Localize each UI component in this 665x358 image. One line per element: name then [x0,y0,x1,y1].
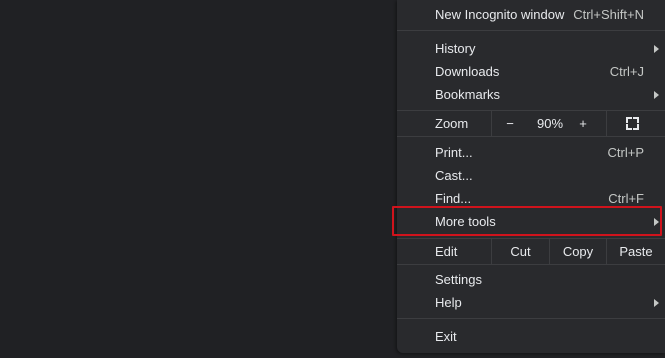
menu-item-label: Downloads [435,64,500,79]
menu-separator [397,136,665,137]
menu-item-label: History [435,41,476,56]
menu-item-history[interactable]: History [397,37,665,60]
zoom-divider [606,111,607,136]
menu-row-edit: Edit Cut Copy Paste [397,239,665,264]
menu-item-label: Print... [435,145,473,160]
zoom-in-button[interactable]: + [571,111,595,136]
zoom-label: Zoom [435,116,469,131]
zoom-out-button[interactable]: − [497,111,523,136]
menu-item-shortcut: Ctrl+J [609,64,644,79]
menu-item-shortcut: Ctrl+Shift+N [573,7,644,22]
cut-button[interactable]: Cut [492,239,549,264]
fullscreen-icon[interactable] [626,117,639,130]
menu-separator [397,318,665,319]
menu-item-label: Help [435,295,462,310]
chevron-right-icon [654,45,659,53]
zoom-level-value: 90% [536,116,564,131]
menu-item-bookmarks[interactable]: Bookmarks [397,83,665,106]
menu-separator [397,264,665,265]
menu-item-shortcut: Ctrl+P [607,145,644,160]
menu-item-label: New Incognito window [435,7,565,22]
menu-item-new-incognito-window[interactable]: New Incognito window Ctrl+Shift+N [397,3,665,26]
highlight-box [392,206,662,236]
menu-item-label: Bookmarks [435,87,501,102]
menu-row-zoom: Zoom − 90% + [397,111,665,136]
browser-background: New Incognito window Ctrl+Shift+N Histor… [0,0,665,358]
copy-button[interactable]: Copy [550,239,606,264]
menu-item-print[interactable]: Print... Ctrl+P [397,141,665,164]
menu-separator [397,30,665,31]
chevron-right-icon [654,299,659,307]
menu-item-settings[interactable]: Settings [397,268,665,291]
paste-button[interactable]: Paste [607,239,665,264]
zoom-divider [491,111,492,136]
chrome-main-menu: New Incognito window Ctrl+Shift+N Histor… [397,0,665,353]
edit-label: Edit [435,244,458,259]
menu-item-label: Cast... [435,168,473,183]
menu-item-exit[interactable]: Exit [397,325,665,348]
menu-item-downloads[interactable]: Downloads Ctrl+J [397,60,665,83]
chevron-right-icon [654,91,659,99]
menu-item-label: Settings [435,272,482,287]
menu-item-cast[interactable]: Cast... [397,164,665,187]
menu-item-help[interactable]: Help [397,291,665,314]
menu-item-label: Exit [435,329,457,344]
